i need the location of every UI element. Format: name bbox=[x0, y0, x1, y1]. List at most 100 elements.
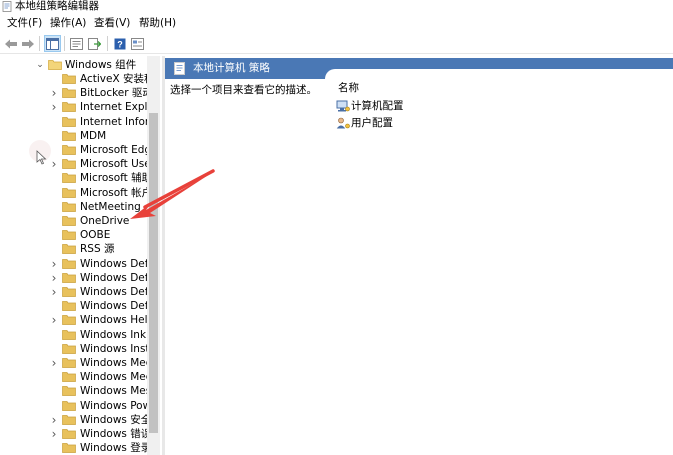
export-list-icon bbox=[88, 37, 101, 50]
tree-label: Windows Defen bbox=[80, 300, 147, 313]
tree-label: Microsoft 辅助身 bbox=[80, 172, 147, 185]
folder-icon bbox=[62, 145, 76, 155]
expand-chevron-icon[interactable]: › bbox=[49, 427, 59, 441]
tree-node[interactable]: OneDrive bbox=[0, 214, 148, 228]
expand-chevron-icon[interactable]: › bbox=[49, 356, 59, 370]
svg-text:?: ? bbox=[117, 39, 123, 49]
tree-label: Microsoft Edge bbox=[80, 144, 147, 156]
folder-icon bbox=[62, 216, 76, 226]
tree-label: BitLocker 驱动器 bbox=[80, 87, 147, 100]
expand-chevron-icon[interactable]: › bbox=[49, 413, 59, 427]
menu-action[interactable]: 操作(A) bbox=[50, 16, 86, 31]
back-button[interactable] bbox=[2, 35, 19, 52]
tree-label: Internet Explorer bbox=[80, 101, 147, 114]
tree-node[interactable]: Windows Messe bbox=[0, 384, 148, 398]
folder-icon bbox=[62, 187, 76, 198]
tree-label: Microsoft 帐户 bbox=[80, 186, 147, 199]
tree-label: OneDrive bbox=[80, 215, 130, 227]
tree-node[interactable]: › Windows Hello bbox=[0, 313, 148, 327]
forward-button[interactable] bbox=[19, 35, 36, 52]
view-button[interactable] bbox=[129, 35, 146, 52]
tree-node-windows-components[interactable]: ⌄ Windows 组件 bbox=[0, 58, 148, 72]
tree-node[interactable]: › Windows 安全中 bbox=[0, 413, 148, 427]
tree-node[interactable]: ActiveX 安装程序 bbox=[0, 72, 148, 86]
scrollbar-thumb[interactable] bbox=[149, 113, 158, 433]
menu-file[interactable]: 文件(F) bbox=[7, 16, 42, 31]
user-config-icon bbox=[336, 117, 350, 129]
tree-label: Windows Defen bbox=[80, 286, 147, 298]
pane-divider[interactable] bbox=[162, 56, 165, 455]
menu-help[interactable]: 帮助(H) bbox=[139, 16, 176, 31]
tree-node[interactable]: › Windows Defen bbox=[0, 285, 148, 299]
show-hide-tree-icon bbox=[46, 37, 59, 50]
expand-chevron-icon[interactable]: › bbox=[49, 271, 59, 285]
tree-node[interactable]: Windows Install bbox=[0, 342, 148, 356]
tree-node[interactable]: MDM bbox=[0, 129, 148, 143]
folder-icon bbox=[62, 429, 76, 439]
tree-node[interactable]: Windows Ink 工 bbox=[0, 328, 148, 342]
collapse-chevron-icon[interactable]: ⌄ bbox=[35, 58, 45, 72]
tree-node[interactable]: Microsoft 辅助身 bbox=[0, 171, 148, 185]
folder-icon bbox=[62, 287, 76, 297]
tree-label: ActiveX 安装程序 bbox=[80, 73, 147, 85]
tree-label: Windows 组件 bbox=[65, 59, 137, 71]
folder-icon bbox=[62, 201, 76, 212]
expand-chevron-icon[interactable]: › bbox=[49, 313, 59, 327]
tree-node[interactable]: RSS 源 bbox=[0, 242, 148, 256]
expand-chevron-icon[interactable]: › bbox=[49, 86, 59, 100]
toolbar-separator bbox=[39, 36, 40, 51]
folder-icon bbox=[62, 88, 76, 99]
tree-label: Internet Information bbox=[80, 115, 147, 128]
folder-icon bbox=[62, 102, 76, 113]
folder-icon bbox=[62, 244, 76, 255]
right-pane-title: 本地计算机 策略 bbox=[193, 62, 270, 74]
tree-label: Windows 错误报 bbox=[80, 428, 147, 440]
tree-node[interactable]: OOBE bbox=[0, 228, 148, 242]
tree-node[interactable]: Windows Power bbox=[0, 399, 148, 413]
export-list-button[interactable] bbox=[86, 35, 103, 52]
back-arrow-icon bbox=[4, 39, 17, 48]
tree-node[interactable]: › Windows 错误报 bbox=[0, 427, 148, 441]
menu-view[interactable]: 查看(V) bbox=[94, 16, 130, 31]
expand-chevron-icon[interactable]: › bbox=[49, 100, 59, 114]
folder-icon bbox=[62, 329, 76, 340]
tree-node[interactable]: NetMeeting bbox=[0, 200, 148, 214]
properties-icon bbox=[70, 37, 83, 50]
tree-scrollbar[interactable] bbox=[147, 56, 160, 455]
tree-node[interactable]: Windows 登录选 bbox=[0, 441, 148, 455]
help-button[interactable]: ? bbox=[111, 35, 128, 52]
tree-node[interactable]: › Windows Defen bbox=[0, 271, 148, 285]
tree-node[interactable]: Microsoft 帐户 bbox=[0, 186, 148, 200]
list-item-label: 计算机配置 bbox=[351, 100, 404, 112]
tree-label: Windows Hello bbox=[80, 314, 147, 327]
tree-node[interactable]: › Windows Defen bbox=[0, 257, 148, 271]
tree-node[interactable]: › Microsoft User E bbox=[0, 157, 148, 171]
folder-icon bbox=[62, 230, 76, 241]
column-header-name[interactable]: 名称 bbox=[338, 81, 359, 95]
tree-node[interactable]: Windows Defen bbox=[0, 299, 148, 313]
forward-arrow-icon bbox=[21, 39, 34, 48]
description-text: 选择一个项目来查看它的描述。 bbox=[170, 84, 317, 96]
tree-label: Windows Messe bbox=[80, 385, 147, 398]
tree-label: Windows 登录选 bbox=[80, 442, 147, 455]
tree-label: Windows Media bbox=[80, 357, 147, 369]
tree-node[interactable]: › Internet Explorer bbox=[0, 100, 148, 114]
expand-chevron-icon[interactable]: › bbox=[49, 257, 59, 271]
header-tab-curve bbox=[325, 69, 673, 79]
expand-chevron-icon[interactable]: › bbox=[49, 157, 59, 171]
tree-label: Windows Ink 工 bbox=[80, 328, 147, 341]
tree-node[interactable]: › Windows Media bbox=[0, 356, 148, 370]
toolbar-separator bbox=[64, 36, 65, 51]
tree-label: Microsoft User E bbox=[80, 158, 147, 171]
tree-node[interactable]: Windows Media bbox=[0, 370, 148, 384]
menu-bar: 文件(F) 操作(A) 查看(V) 帮助(H) bbox=[0, 14, 673, 33]
expand-chevron-icon[interactable]: › bbox=[49, 285, 59, 299]
folder-open-icon bbox=[48, 60, 62, 70]
tree-label: Windows Install bbox=[80, 342, 147, 355]
mouse-cursor-icon bbox=[36, 150, 47, 165]
properties-button[interactable] bbox=[68, 35, 85, 52]
tree-node[interactable]: Internet Information bbox=[0, 115, 148, 129]
tree-node[interactable]: Microsoft Edge bbox=[0, 143, 148, 157]
tree-node[interactable]: › BitLocker 驱动器 bbox=[0, 86, 148, 100]
show-hide-tree-button[interactable] bbox=[44, 35, 61, 52]
